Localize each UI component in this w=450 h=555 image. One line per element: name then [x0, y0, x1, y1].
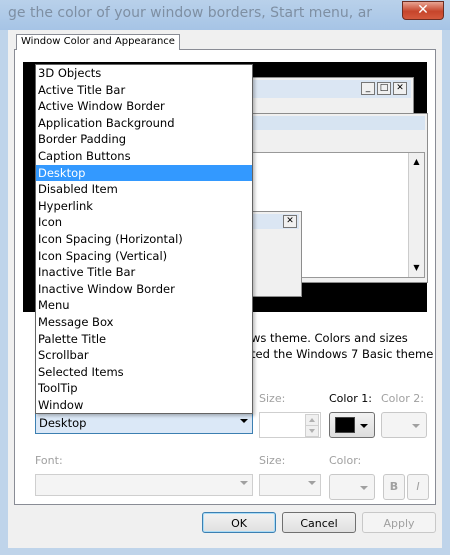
tab-panel: _ □ ✕ ▲ ▼ ✕ ws theme. Colors and sizes t…	[14, 49, 436, 505]
dropdown-item[interactable]: Inactive Window Border	[36, 281, 252, 298]
description-text: ws theme. Colors and sizes ted the Windo…	[251, 330, 435, 362]
color2-label: Color 2:	[381, 392, 424, 405]
dropdown-item[interactable]: 3D Objects	[36, 65, 252, 82]
color1-button[interactable]	[329, 412, 375, 438]
spin-down-icon[interactable]	[305, 425, 319, 437]
font-combobox[interactable]	[35, 474, 253, 496]
item-size-spinner[interactable]	[259, 412, 321, 438]
chevron-down-icon	[412, 424, 420, 428]
dropdown-item[interactable]: Hyperlink	[36, 198, 252, 215]
dropdown-item[interactable]: Disabled Item	[36, 181, 252, 198]
window-title: ge the color of your window borders, Sta…	[8, 5, 373, 21]
dropdown-item[interactable]: Border Padding	[36, 131, 252, 148]
dropdown-item[interactable]: Window	[36, 397, 252, 414]
dialog-client: Window Color and Appearance _ □ ✕ ▲ ▼ ✕ …	[8, 30, 442, 548]
dropdown-item[interactable]: Message Box	[36, 314, 252, 331]
chevron-down-icon	[360, 424, 368, 428]
dropdown-item[interactable]: Application Background	[36, 115, 252, 132]
preview-scrollbar: ▲ ▼	[408, 153, 424, 277]
title-bar: ge the color of your window borders, Sta…	[0, 0, 450, 30]
ok-button[interactable]: OK	[202, 512, 276, 533]
color1-swatch	[335, 417, 355, 433]
apply-button[interactable]: Apply	[362, 512, 436, 533]
dropdown-item[interactable]: Icon Spacing (Vertical)	[36, 248, 252, 265]
chevron-down-icon	[308, 481, 316, 485]
preview-maximize-icon: □	[377, 82, 391, 95]
chevron-down-icon	[240, 419, 248, 423]
size-label: Size:	[259, 392, 286, 405]
cancel-button[interactable]: Cancel	[282, 512, 356, 533]
window-frame-left	[0, 30, 8, 555]
description-line-2: ted the Windows 7 Basic theme	[251, 347, 434, 361]
preview-message-close-icon: ✕	[283, 215, 297, 228]
preview-close-icon: ✕	[393, 82, 407, 95]
chevron-down-icon	[240, 481, 248, 485]
dropdown-item[interactable]: Active Title Bar	[36, 82, 252, 99]
font-color-button[interactable]	[329, 474, 375, 500]
dropdown-item[interactable]: Caption Buttons	[36, 148, 252, 165]
color1-label: Color 1:	[329, 392, 372, 405]
dropdown-item[interactable]: Active Window Border	[36, 98, 252, 115]
close-icon: ✕	[417, 2, 429, 18]
color2-button[interactable]	[381, 412, 427, 438]
window-close-button[interactable]: ✕	[402, 1, 444, 20]
dropdown-item[interactable]: Icon Spacing (Horizontal)	[36, 231, 252, 248]
chevron-down-icon	[360, 486, 368, 490]
window-frame-bottom	[0, 548, 450, 555]
dropdown-item[interactable]: Inactive Title Bar	[36, 264, 252, 281]
item-selected-value: Desktop	[39, 416, 87, 430]
font-size-label: Size:	[259, 454, 286, 467]
font-label: Font:	[35, 454, 63, 467]
description-line-1: ws theme. Colors and sizes	[251, 331, 408, 345]
item-combobox[interactable]: Desktop	[35, 412, 253, 434]
dropdown-item[interactable]: Menu	[36, 297, 252, 314]
bold-button[interactable]: B	[383, 474, 405, 500]
scroll-up-icon: ▲	[413, 157, 420, 166]
dropdown-item[interactable]: ToolTip	[36, 380, 252, 397]
italic-button[interactable]: I	[407, 474, 429, 500]
window-frame-right	[442, 30, 450, 555]
tab-window-color-and-appearance[interactable]: Window Color and Appearance	[16, 34, 180, 50]
dropdown-item[interactable]: Selected Items	[36, 364, 252, 381]
dropdown-item[interactable]: Icon	[36, 214, 252, 231]
scroll-down-icon: ▼	[413, 263, 420, 272]
font-color-label: Color:	[329, 454, 362, 467]
preview-minimize-icon: _	[361, 82, 375, 95]
font-size-combobox[interactable]	[259, 474, 321, 496]
dropdown-item[interactable]: Palette Title	[36, 331, 252, 348]
item-dropdown-list[interactable]: 3D Objects Active Title Bar Active Window …	[35, 64, 253, 414]
dropdown-item[interactable]: Desktop	[36, 164, 252, 182]
dropdown-item[interactable]: Scrollbar	[36, 347, 252, 364]
